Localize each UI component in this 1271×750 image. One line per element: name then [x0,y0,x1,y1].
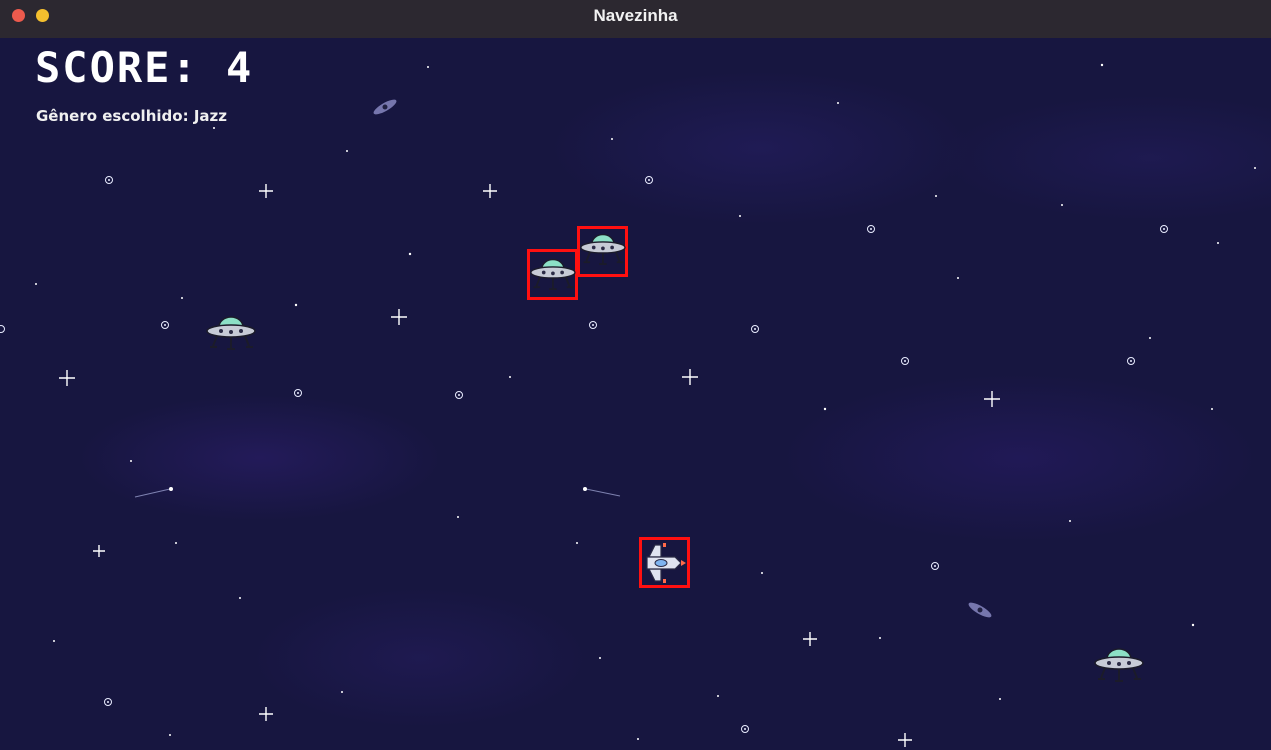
window-title: Navezinha [593,6,678,25]
ufo-icon [1094,648,1144,682]
score-value: 4 [226,43,254,92]
title-bar[interactable]: Navezinha [0,0,1271,38]
starfield [0,63,1256,747]
ufo-enemy [577,226,628,277]
ufo-enemy [1094,648,1144,682]
ufo-icon [580,233,626,265]
game-canvas[interactable]: SCORE: 4 Gênero escolhido: Jazz [0,38,1271,750]
ufo-icon [206,316,256,350]
ufo-icon [530,258,576,290]
genre-value: Jazz [193,107,227,125]
game-window: Navezinha SCORE: 4 Gênero escolhido: Jaz… [0,0,1271,750]
ufo-enemy [206,316,256,350]
genre-display: Gênero escolhido: Jazz [36,106,227,126]
player-ship[interactable] [639,537,691,589]
genre-label: Gênero escolhido: [36,107,189,125]
ufo-enemy [527,249,578,300]
score-label: SCORE: [35,43,199,92]
spaceship-icon [646,543,686,583]
score-display: SCORE: 4 [35,44,253,92]
